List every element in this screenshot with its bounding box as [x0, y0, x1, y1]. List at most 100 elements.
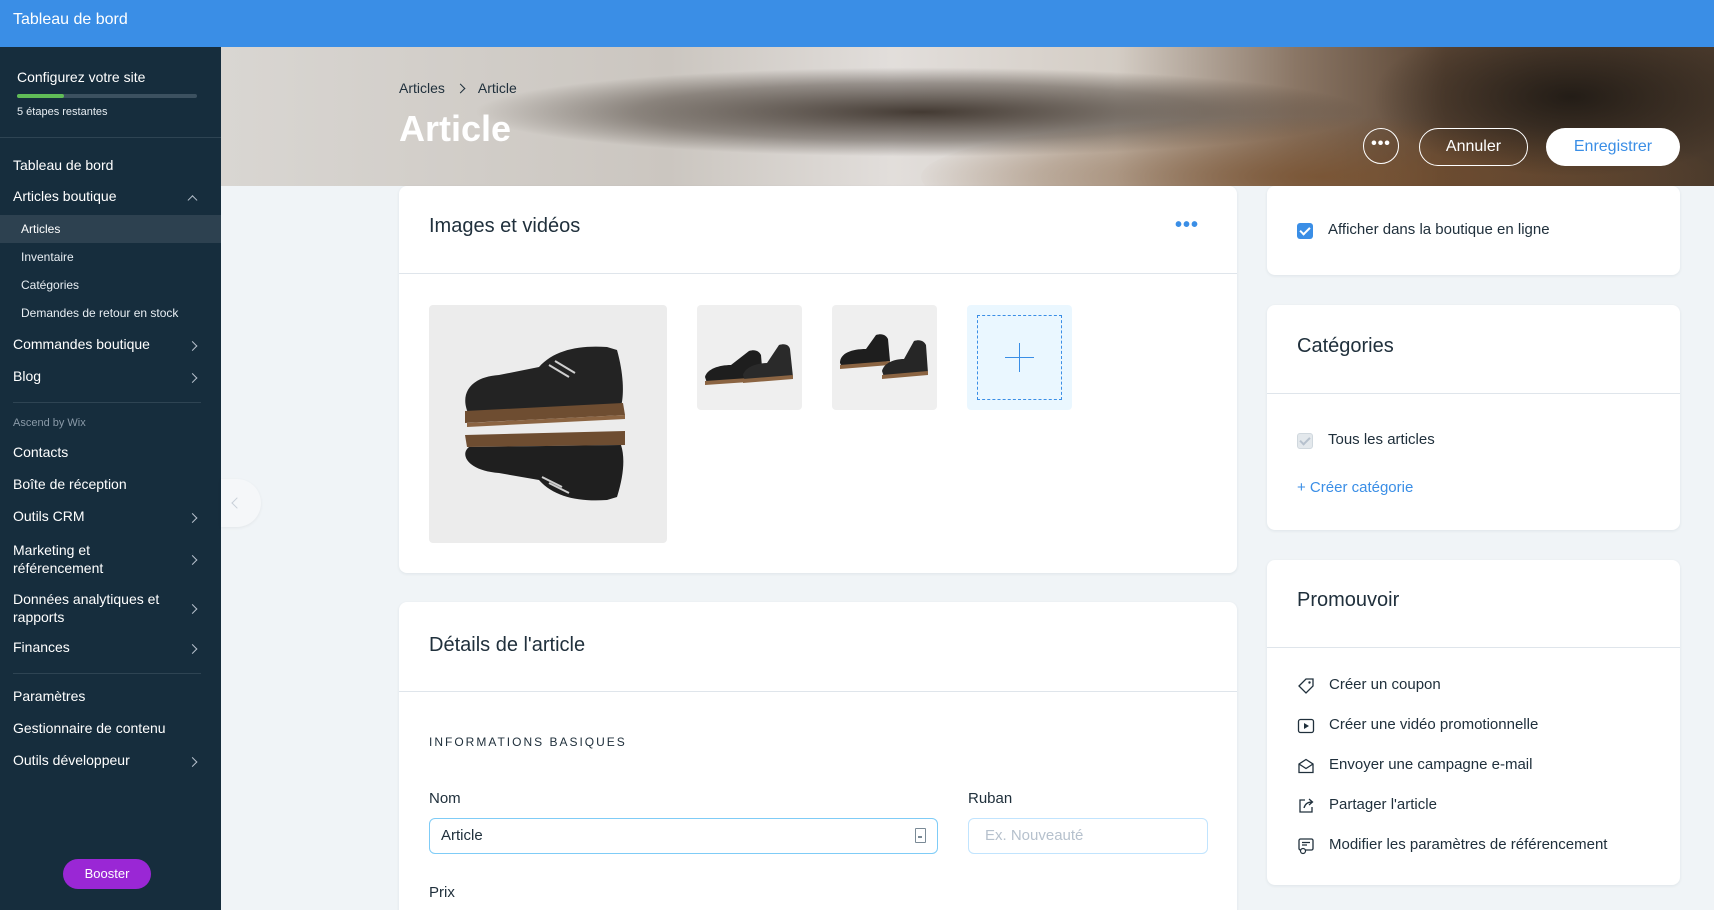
sidebar-item-label: Boîte de réception [13, 476, 127, 492]
name-label: Nom [429, 790, 461, 807]
ribbon-input[interactable]: Ex. Nouveauté [968, 818, 1208, 854]
all-products-checkbox [1297, 433, 1313, 449]
name-input-value: Article [441, 827, 483, 844]
sidebar-item-crm-tools[interactable]: Outils CRM [0, 508, 221, 528]
sidebar: Configurez votre site 5 étapes restantes… [0, 47, 221, 910]
all-products-label: Tous les articles [1328, 431, 1435, 448]
categories-card-title: Catégories [1297, 335, 1394, 357]
setup-progress-fill [17, 94, 64, 98]
email-icon [1298, 758, 1314, 774]
boost-button[interactable]: Booster [63, 859, 151, 889]
promote-card: Promouvoir Créer un coupon Créer une vid… [1267, 560, 1680, 885]
breadcrumb-current: Article [477, 80, 517, 96]
sidebar-item-analytics[interactable]: Données analytiques et rapports [0, 590, 221, 628]
chevron-right-icon [187, 341, 198, 351]
save-button[interactable]: Enregistrer [1546, 128, 1680, 166]
create-category-link[interactable]: + Créer catégorie [1297, 479, 1413, 496]
show-in-store-checkbox[interactable] [1297, 223, 1313, 239]
sidebar-item-finances[interactable]: Finances [0, 639, 221, 659]
main-product-image[interactable] [429, 305, 667, 543]
categories-card: Catégories Tous les articles + Créer cat… [1267, 305, 1680, 530]
cancel-button[interactable]: Annuler [1419, 128, 1528, 166]
setup-steps-remaining: 5 étapes restantes [17, 106, 108, 118]
sidebar-item-dashboard[interactable]: Tableau de bord [0, 157, 221, 177]
sidebar-item-label: Articles boutique [13, 188, 117, 204]
visibility-card: Afficher dans la boutique en ligne [1267, 186, 1680, 275]
categories-card-header: Catégories [1267, 305, 1680, 394]
basic-info-heading: INFORMATIONS BASIQUES [429, 735, 627, 749]
sidebar-item-label: Outils CRM [13, 508, 85, 524]
sidebar-item-marketing[interactable]: Marketing et référencement [0, 541, 221, 579]
sidebar-section-ascend: Ascend by Wix [13, 417, 86, 429]
chevron-right-icon [187, 373, 198, 383]
sidebar-item-label: Finances [13, 639, 70, 655]
media-card-title: Images et vidéos [429, 215, 581, 237]
add-media-button[interactable] [967, 305, 1072, 410]
details-card: Détails de l'article INFORMATIONS BASIQU… [399, 602, 1237, 910]
document-icon[interactable] [915, 828, 926, 843]
breadcrumb: Articles Article [399, 80, 517, 96]
details-card-title: Détails de l'article [429, 634, 586, 656]
sidebar-item-label: Marketing et référencement [13, 542, 104, 576]
coupon-icon [1298, 678, 1314, 694]
sidebar-item-dev-tools[interactable]: Outils développeur [0, 752, 221, 772]
chevron-right-icon [187, 555, 198, 565]
breadcrumb-parent-link[interactable]: Articles [399, 80, 445, 96]
promote-item-email[interactable]: Envoyer une campagne e-mail [1297, 754, 1667, 778]
setup-panel[interactable]: Configurez votre site 5 étapes restantes [0, 47, 221, 138]
promote-card-header: Promouvoir [1267, 560, 1680, 648]
show-in-store-label: Afficher dans la boutique en ligne [1328, 221, 1550, 238]
share-icon [1299, 798, 1314, 813]
sidebar-item-label: Contacts [13, 444, 69, 460]
sidebar-item-inbox[interactable]: Boîte de réception [0, 476, 221, 496]
product-thumbnail[interactable] [697, 305, 802, 410]
details-card-header: Détails de l'article [399, 602, 1237, 692]
media-card-header: Images et vidéos ••• [399, 186, 1237, 274]
sidebar-divider [13, 673, 201, 674]
promote-item-seo[interactable]: Modifier les paramètres de référencement [1297, 834, 1667, 858]
sidebar-item-label: Commandes boutique [13, 336, 150, 352]
sidebar-divider [13, 402, 201, 403]
promote-item-share[interactable]: Partager l'article [1297, 794, 1667, 818]
sidebar-item-store-products[interactable]: Articles boutique [0, 188, 221, 208]
media-more-button[interactable]: ••• [1175, 214, 1199, 237]
chevron-right-icon [187, 513, 198, 523]
setup-progress-bar [17, 94, 197, 98]
sidebar-item-settings[interactable]: Paramètres [0, 688, 221, 708]
chevron-right-icon [187, 757, 198, 767]
name-input[interactable]: Article [429, 818, 938, 854]
page-title: Article [399, 108, 512, 149]
sidebar-item-label: Gestionnaire de contenu [13, 720, 166, 736]
sidebar-item-label: Paramètres [13, 688, 86, 704]
chevron-right-icon [187, 604, 198, 614]
collapse-sidebar-handle[interactable] [221, 479, 261, 527]
dashboard-title[interactable]: Tableau de bord [13, 11, 128, 29]
sidebar-item-store-orders[interactable]: Commandes boutique [0, 336, 221, 356]
sidebar-subitem-inventory[interactable]: Inventaire [0, 243, 221, 271]
shoe-image-icon [465, 346, 625, 501]
setup-title: Configurez votre site [17, 69, 146, 85]
sidebar-subitem-back-in-stock[interactable]: Demandes de retour en stock [0, 299, 221, 327]
shoe-image-icon [840, 334, 928, 379]
promote-item-coupon[interactable]: Créer un coupon [1297, 674, 1667, 698]
sidebar-item-label: Données analytiques et rapports [13, 591, 160, 625]
top-bar: Tableau de bord [0, 0, 1714, 47]
sidebar-item-content-manager[interactable]: Gestionnaire de contenu [0, 720, 221, 740]
chevron-up-icon [187, 195, 198, 206]
media-card: Images et vidéos ••• [399, 186, 1237, 573]
sidebar-item-contacts[interactable]: Contacts [0, 444, 221, 464]
video-icon [1297, 718, 1315, 734]
sidebar-subitem-articles[interactable]: Articles [0, 215, 221, 243]
seo-settings-icon [1298, 838, 1314, 855]
product-thumbnail[interactable] [832, 305, 937, 410]
sidebar-item-label: Tableau de bord [13, 157, 114, 173]
sidebar-item-label: Blog [13, 368, 42, 384]
sidebar-item-label: Outils développeur [13, 752, 130, 768]
chevron-right-icon [455, 83, 466, 94]
sidebar-item-blog[interactable]: Blog [0, 368, 221, 388]
promote-item-video[interactable]: Créer une vidéo promotionnelle [1297, 714, 1667, 738]
more-actions-button[interactable]: ••• [1363, 128, 1399, 164]
sidebar-subitem-categories[interactable]: Catégories [0, 271, 221, 299]
promote-card-title: Promouvoir [1297, 589, 1400, 611]
price-label: Prix [429, 884, 455, 901]
